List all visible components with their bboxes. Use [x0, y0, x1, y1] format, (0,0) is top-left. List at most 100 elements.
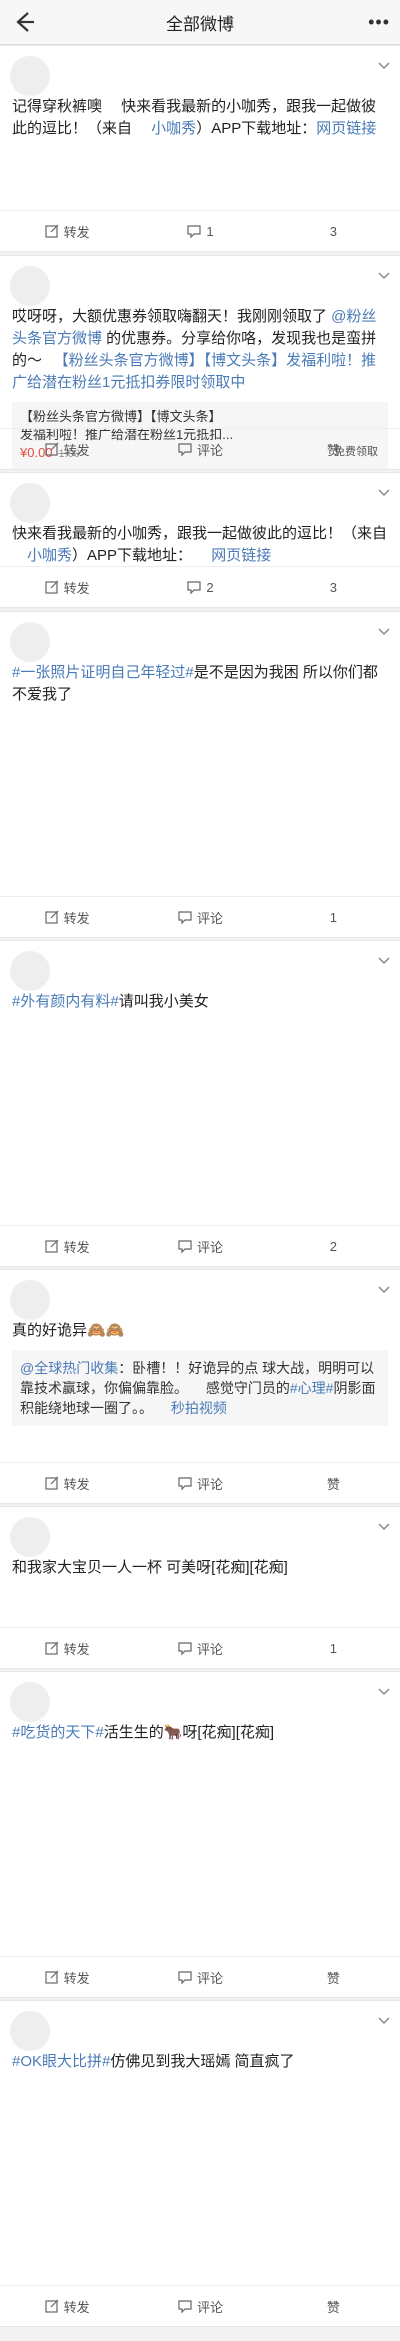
repost-button[interactable]: 转发 — [0, 908, 133, 927]
back-arrow-icon[interactable] — [10, 8, 38, 36]
avatar[interactable] — [10, 266, 50, 306]
post-card[interactable]: #外有颜内有料#请叫我小美女 转发 评论 2 — [0, 940, 400, 1267]
comment-icon — [178, 1240, 192, 1254]
comment-button[interactable]: 评论 — [133, 1237, 266, 1256]
repost-button[interactable]: 转发 — [0, 1474, 133, 1493]
like-button[interactable]: 赞 — [267, 2297, 400, 2316]
post-card[interactable]: #一张照片证明自己年轻过#是不是因为我困 所以你们都不爱我了 转发 评论 1 — [0, 611, 400, 938]
repost-button[interactable]: 转发 — [0, 578, 133, 597]
like-button[interactable]: 1 — [267, 910, 400, 925]
content-text: ）APP下载地址： — [72, 547, 212, 564]
chevron-down-icon[interactable] — [378, 1686, 390, 1698]
post-card[interactable]: 哎呀呀，大额优惠券领取嗨翻天！我刚刚领取了 @粉丝头条官方微博 的优惠券。分享给… — [0, 255, 400, 470]
repost-label: 转发 — [63, 1970, 90, 1986]
comment-button[interactable]: 评论 — [133, 1968, 266, 1987]
post-content: 和我家大宝贝一人一杯 可美呀[花痴][花痴] — [0, 1551, 400, 1579]
comment-button[interactable]: 1 — [133, 223, 266, 239]
chevron-down-icon[interactable] — [378, 270, 390, 282]
like-label: 赞 — [326, 1970, 340, 1986]
chevron-down-icon[interactable] — [378, 2015, 390, 2027]
post-content: 真的好诡异🙈🙈 — [0, 1314, 400, 1342]
repost-button[interactable]: 转发 — [0, 1237, 133, 1256]
repost-icon — [45, 2299, 59, 2313]
quote-link[interactable]: #心理# — [290, 1380, 334, 1396]
chevron-down-icon[interactable] — [378, 1521, 390, 1533]
content-link[interactable]: 小咖秀 — [151, 120, 196, 137]
comment-button[interactable]: 评论 — [133, 440, 266, 459]
avatar[interactable] — [10, 56, 50, 96]
repost-button[interactable]: 转发 — [0, 1968, 133, 1987]
comment-label: 评论 — [196, 1239, 223, 1255]
post-content: 快来看我最新的小咖秀，跟我一起做彼此的逗比！（来自 小咖秀）APP下载地址： 网… — [0, 517, 400, 567]
content-text: 活生生的🐂呀[花痴][花痴] — [103, 1724, 275, 1741]
repost-button[interactable]: 转发 — [0, 440, 133, 459]
quoted-post[interactable]: @全球热门收集：卧槽！！好诡异的点 球大战，明明可以靠技术赢球，你偏偏靠脸。 感… — [12, 1350, 388, 1426]
chevron-down-icon[interactable] — [378, 955, 390, 967]
quote-link[interactable]: @全球热门收集 — [20, 1360, 118, 1376]
like-button[interactable]: 3 — [267, 224, 400, 239]
chevron-down-icon[interactable] — [378, 626, 390, 638]
avatar[interactable] — [10, 1280, 50, 1320]
content-link[interactable]: 小咖秀 — [27, 547, 72, 564]
content-link[interactable]: #OK眼大比拼# — [12, 2053, 110, 2070]
like-button[interactable]: 2 — [267, 1239, 400, 1254]
content-text: 仿佛见到我大瑶嫣 简直疯了 — [110, 2053, 295, 2070]
comment-icon — [187, 225, 201, 239]
repost-icon — [45, 1970, 59, 1984]
comment-button[interactable]: 评论 — [133, 2297, 266, 2316]
comment-icon — [178, 2300, 192, 2314]
avatar[interactable] — [10, 622, 50, 662]
comment-icon — [178, 1477, 192, 1491]
comment-button[interactable]: 评论 — [133, 1474, 266, 1493]
content-link[interactable]: 【粉丝头条官方微博】【博文头条】发福利啦！推广给潜在粉丝1元抵扣券限时领取中 — [12, 352, 376, 391]
avatar[interactable] — [10, 1517, 50, 1557]
comment-button[interactable]: 评论 — [133, 908, 266, 927]
like-button[interactable]: 赞 — [267, 1474, 400, 1493]
repost-button[interactable]: 转发 — [0, 222, 133, 241]
post-card[interactable]: #吃货的天下#活生生的🐂呀[花痴][花痴] 转发 评论 赞 — [0, 1671, 400, 1998]
comment-icon — [178, 911, 192, 925]
comment-label: 评论 — [196, 1476, 223, 1492]
avatar[interactable] — [10, 951, 50, 991]
more-dots-icon[interactable]: ••• — [368, 12, 390, 33]
content-link[interactable]: #吃货的天下# — [12, 1724, 104, 1741]
comment-label: 评论 — [196, 442, 223, 458]
post-card[interactable]: 和我家大宝贝一人一杯 可美呀[花痴][花痴] 转发 评论 1 — [0, 1506, 400, 1669]
post-card[interactable]: #OK眼大比拼#仿佛见到我大瑶嫣 简直疯了 转发 评论 赞 — [0, 2000, 400, 2327]
chevron-down-icon[interactable] — [378, 1284, 390, 1296]
repost-button[interactable]: 转发 — [0, 2297, 133, 2316]
content-link[interactable]: #一张照片证明自己年轻过# — [12, 664, 194, 681]
repost-label: 转发 — [63, 224, 90, 240]
avatar[interactable] — [10, 2011, 50, 2051]
repost-icon — [45, 1476, 59, 1490]
like-button[interactable]: 3 — [267, 580, 400, 595]
like-button[interactable]: 赞 — [267, 1968, 400, 1987]
like-button[interactable]: 赞 — [267, 440, 400, 459]
post-card[interactable]: 真的好诡异🙈🙈 @全球热门收集：卧槽！！好诡异的点 球大战，明明可以靠技术赢球，你… — [0, 1269, 400, 1504]
repost-icon — [45, 1641, 59, 1655]
post-content: #外有颜内有料#请叫我小美女 — [0, 985, 400, 1013]
chevron-down-icon[interactable] — [378, 60, 390, 72]
comment-button[interactable]: 评论 — [133, 1639, 266, 1658]
post-card[interactable]: 快来看我最新的小咖秀，跟我一起做彼此的逗比！（来自 小咖秀）APP下载地址： 网… — [0, 472, 400, 608]
repost-button[interactable]: 转发 — [0, 1639, 133, 1658]
avatar[interactable] — [10, 483, 50, 523]
avatar[interactable] — [10, 1682, 50, 1722]
post-card[interactable]: 记得穿秋裤噢 快来看我最新的小咖秀，跟我一起做彼此的逗比！（来自 小咖秀）APP… — [0, 45, 400, 252]
embed-line1: 【粉丝头条官方微博】【博文头条】 — [20, 409, 222, 424]
comment-button[interactable]: 2 — [133, 579, 266, 595]
comment-icon — [178, 1642, 192, 1656]
post-content: #吃货的天下#活生生的🐂呀[花痴][花痴] — [0, 1716, 400, 1744]
repost-label: 转发 — [63, 580, 90, 596]
action-bar: 转发 1 3 — [0, 210, 400, 251]
comment-label: 评论 — [196, 910, 223, 926]
chevron-down-icon[interactable] — [378, 487, 390, 499]
like-button[interactable]: 1 — [267, 1641, 400, 1656]
action-bar: 转发 评论 2 — [0, 1225, 400, 1266]
quote-link[interactable]: 秒拍视频 — [171, 1400, 227, 1416]
like-label: 赞 — [326, 2299, 340, 2315]
content-link[interactable]: #外有颜内有料# — [12, 993, 119, 1010]
content-link[interactable]: 网页链接 — [316, 120, 376, 137]
content-link[interactable]: 网页链接 — [211, 547, 271, 564]
content-text: 真的好诡异🙈🙈 — [12, 1322, 125, 1339]
